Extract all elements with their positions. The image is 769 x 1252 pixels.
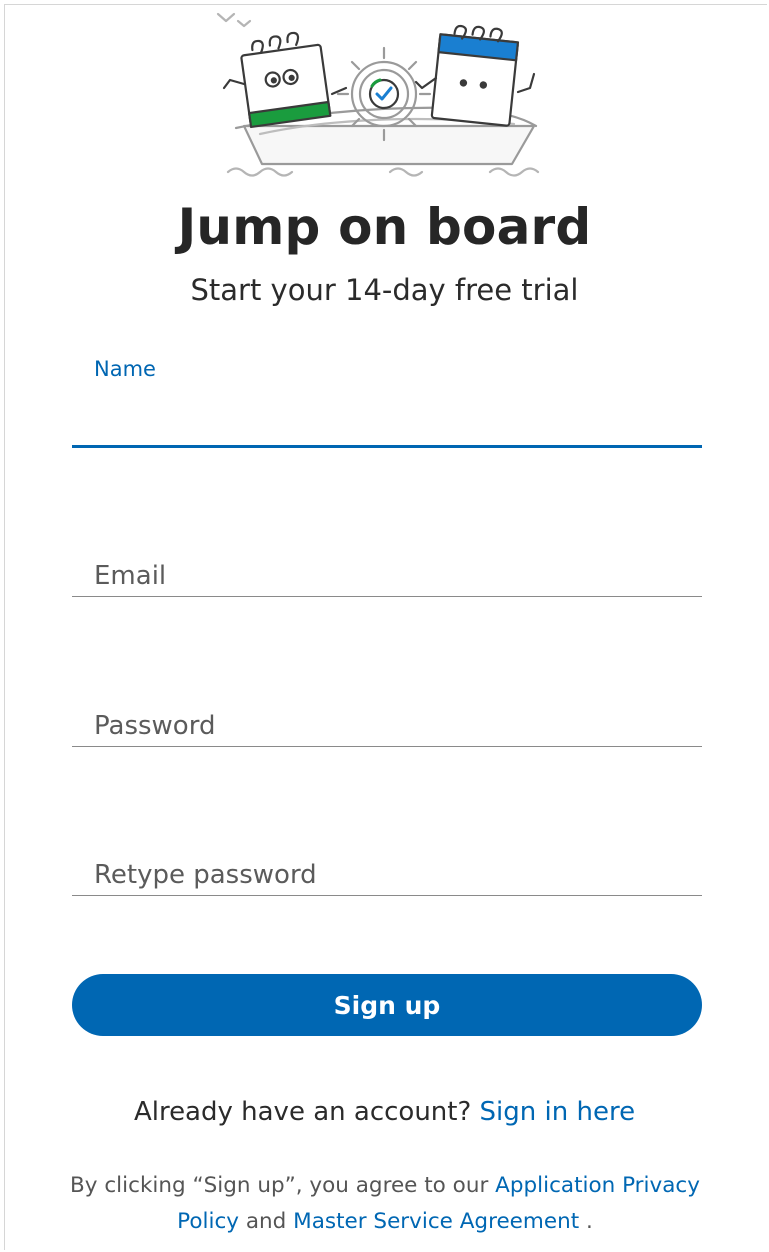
email-input[interactable]	[72, 556, 702, 596]
sign-up-button[interactable]: Sign up	[72, 974, 702, 1036]
legal-notice: By clicking “Sign up”, you agree to our …	[60, 1168, 710, 1240]
password-field-container	[72, 706, 702, 747]
sign-in-link[interactable]: Sign in here	[480, 1097, 636, 1127]
name-input[interactable]	[72, 405, 702, 445]
legal-prefix: By clicking “Sign up”, you agree to our	[70, 1173, 489, 1198]
sign-in-prompt: Already have an account? Sign in here	[0, 1094, 769, 1130]
page-subtitle: Start your 14-day free trial	[190, 273, 579, 307]
name-field-container	[72, 405, 702, 448]
sign-in-prompt-text: Already have an account?	[133, 1097, 472, 1127]
name-label: Name	[94, 357, 156, 381]
page-frame	[4, 4, 767, 1250]
page-title: Jump on board	[177, 198, 592, 256]
retype-password-field-container	[72, 855, 702, 896]
legal-conjunction: and	[245, 1209, 287, 1234]
email-field-container	[72, 556, 702, 597]
master-service-agreement-link[interactable]: Master Service Agreement	[293, 1209, 579, 1234]
password-input[interactable]	[72, 706, 702, 746]
legal-suffix: .	[585, 1209, 593, 1234]
boat-calendar-illustration-icon	[216, 12, 540, 177]
retype-password-input[interactable]	[72, 855, 702, 895]
